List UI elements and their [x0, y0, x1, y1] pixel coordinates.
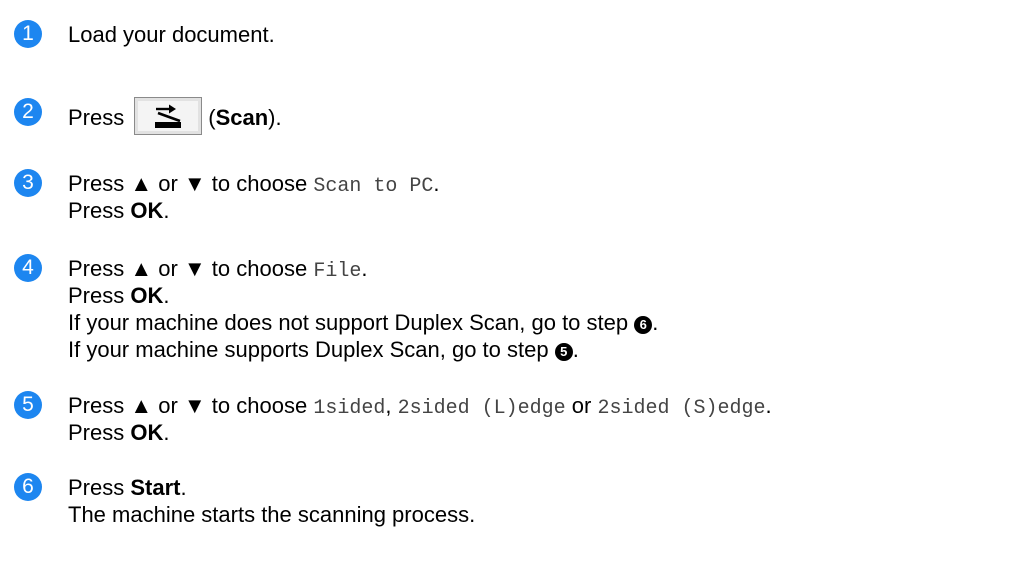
- step-4-line-4: If your machine supports Duplex Scan, go…: [68, 337, 579, 363]
- period: .: [652, 310, 659, 335]
- comma: ,: [385, 393, 392, 418]
- result-text: The machine starts the scanning process.: [68, 502, 476, 527]
- menu-option-2sided-long-edge: 2sided (L)edge: [397, 397, 566, 420]
- scan-label: Scan: [215, 104, 269, 130]
- step-6-line-2: The machine starts the scanning process.: [68, 502, 475, 528]
- step-4-line-2: Press OK.: [68, 283, 170, 309]
- ok-label: OK: [130, 198, 164, 223]
- period: .: [163, 420, 170, 445]
- no-duplex-text: If your machine does not support Duplex …: [68, 310, 629, 335]
- period: .: [163, 198, 170, 223]
- step-3-line-2: Press OK.: [68, 198, 170, 224]
- menu-option-file: File: [313, 260, 362, 283]
- step-ref-5[interactable]: 5: [554, 343, 573, 361]
- step-4-line-1: Press ▲ or ▼ to choose File.: [68, 256, 367, 285]
- step-ref-6[interactable]: 6: [634, 316, 653, 334]
- choose-instruction: Press ▲ or ▼ to choose: [68, 393, 308, 418]
- step-number-badge: 1: [14, 20, 42, 48]
- period: .: [361, 256, 368, 281]
- period: .: [433, 171, 440, 196]
- ok-label: OK: [130, 283, 164, 308]
- step-6-line-1: Press Start.: [68, 475, 187, 501]
- press-text: Press: [68, 283, 125, 308]
- choose-instruction: Press ▲ or ▼ to choose: [68, 171, 308, 196]
- press-text: Press: [68, 475, 125, 500]
- period: .: [163, 283, 170, 308]
- scan-button: [134, 97, 203, 135]
- or-text: or: [571, 393, 592, 418]
- press-text: Press: [68, 198, 125, 223]
- step-number-badge: 3: [14, 169, 42, 197]
- menu-option-scan-to-pc: Scan to PC: [313, 175, 434, 198]
- duplex-text: If your machine supports Duplex Scan, go…: [68, 337, 549, 362]
- step-number-badge: 5: [14, 391, 42, 419]
- menu-option-2sided-short-edge: 2sided (S)edge: [597, 397, 766, 420]
- step-number-badge: 4: [14, 254, 42, 282]
- press-text: Press: [68, 104, 125, 130]
- press-text: Press: [68, 420, 125, 445]
- ok-label: OK: [130, 420, 164, 445]
- step-3-line-1: Press ▲ or ▼ to choose Scan to PC.: [68, 171, 439, 200]
- period: .: [765, 393, 772, 418]
- load-document-text: Load your document.: [68, 22, 275, 47]
- period: .: [180, 475, 187, 500]
- menu-option-1sided: 1sided: [313, 397, 386, 420]
- step-number-badge: 6: [14, 473, 42, 501]
- step-number-badge: 2: [14, 98, 42, 126]
- step-5-line-2: Press OK.: [68, 420, 170, 446]
- paren-open: (: [208, 104, 216, 130]
- choose-instruction: Press ▲ or ▼ to choose: [68, 256, 308, 281]
- paren-close: ).: [268, 104, 282, 130]
- start-label: Start: [130, 475, 181, 500]
- step-2-text: Press (Scan).: [68, 97, 282, 138]
- period: .: [572, 337, 579, 362]
- step-1-text: Load your document.: [68, 22, 275, 48]
- scan-icon: [155, 104, 182, 128]
- step-5-line-1: Press ▲ or ▼ to choose 1sided, 2sided (L…: [68, 393, 772, 422]
- step-4-line-3: If your machine does not support Duplex …: [68, 310, 658, 336]
